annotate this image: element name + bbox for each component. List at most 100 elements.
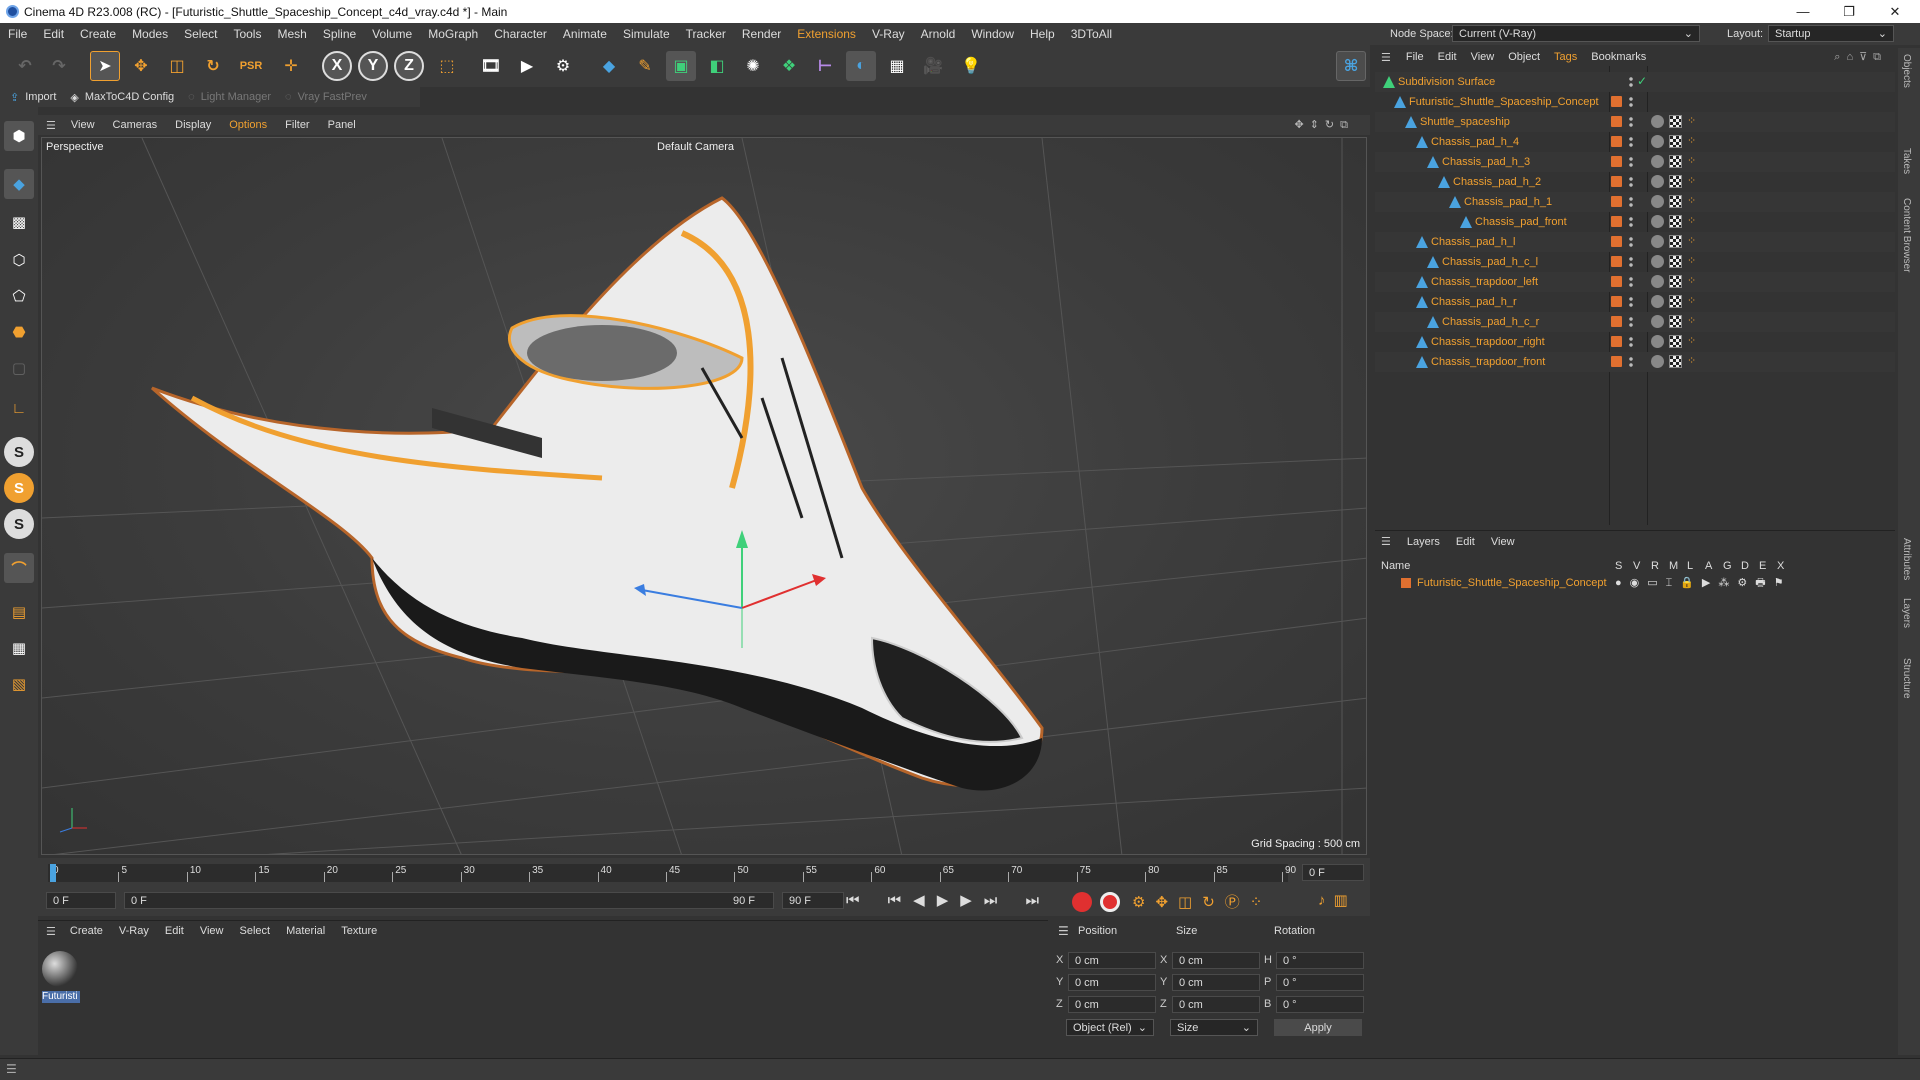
field-icon[interactable]: ◐ [846, 51, 876, 81]
visibility-toggle-icon[interactable] [1629, 196, 1633, 208]
material-menu-select[interactable]: Select [232, 925, 279, 937]
edges-mode-icon[interactable]: ⬠ [4, 281, 34, 311]
viewport-menu-view[interactable]: View [62, 119, 104, 131]
object-row[interactable]: Chassis_pad_front ⁘ [1375, 212, 1895, 232]
rotation-field[interactable]: 0 ° [1276, 974, 1364, 991]
render-view-icon[interactable]: ▶ [512, 51, 542, 81]
selection-tag-icon[interactable]: ⁘ [1687, 354, 1696, 367]
autokey-icon[interactable] [1100, 892, 1120, 912]
object-row[interactable]: Chassis_pad_h_c_l ⁘ [1375, 252, 1895, 272]
material-tag-icon[interactable] [1669, 155, 1682, 168]
side-tab-objects[interactable]: Objects [1901, 54, 1912, 88]
layer-menu-layers[interactable]: Layers [1399, 536, 1448, 548]
selection-tag-icon[interactable]: ⁘ [1687, 274, 1696, 287]
extrude-generator-icon[interactable]: ◧ [702, 51, 732, 81]
maxtoc4d-config-button[interactable]: MaxToC4D Config [85, 91, 174, 103]
object-row[interactable]: Chassis_pad_h_4 ⁘ [1375, 132, 1895, 152]
viewport-menu-options[interactable]: Options [220, 119, 276, 131]
object-row[interactable]: Chassis_pad_h_2 ⁘ [1375, 172, 1895, 192]
maximize-button[interactable]: ❐ [1826, 0, 1872, 23]
material-tag-icon[interactable] [1669, 295, 1682, 308]
menu-character[interactable]: Character [486, 27, 555, 41]
floor-grid-icon[interactable]: ▤ [4, 597, 34, 627]
light-manager-button[interactable]: Light Manager [201, 91, 271, 103]
layer-flag-r[interactable]: R [1651, 560, 1659, 572]
points-mode-icon[interactable]: ⬡ [4, 245, 34, 275]
selection-tag-icon[interactable]: ⁘ [1687, 234, 1696, 247]
layer-color-swatch[interactable] [1611, 336, 1622, 347]
menu-mesh[interactable]: Mesh [269, 27, 314, 41]
select-tool-icon[interactable]: ➤ [90, 51, 120, 81]
layer-name[interactable]: Futuristic_Shuttle_Spaceship_Concept [1417, 577, 1607, 589]
record-keyframe-icon[interactable] [1072, 892, 1092, 912]
visibility-toggle-icon[interactable] [1629, 176, 1633, 188]
hamburger-icon[interactable]: ☰ [1381, 51, 1391, 64]
selection-tag-icon[interactable]: ⁘ [1687, 174, 1696, 187]
visibility-toggle-icon[interactable] [1629, 96, 1633, 108]
material-thumbnail[interactable] [42, 951, 78, 987]
rotate-tool-icon[interactable]: ↻ [198, 51, 228, 81]
pen-spline-icon[interactable]: ✎ [630, 51, 660, 81]
vray-tag-icon[interactable] [1651, 295, 1664, 308]
material-tag-icon[interactable] [1669, 335, 1682, 348]
layer-color-swatch[interactable] [1611, 216, 1622, 227]
close-button[interactable]: ✕ [1872, 0, 1918, 23]
apply-button[interactable]: Apply [1274, 1019, 1362, 1036]
visibility-toggle-icon[interactable] [1629, 216, 1633, 228]
material-menu-create[interactable]: Create [62, 925, 111, 937]
object-row[interactable]: Chassis_pad_h_r ⁘ [1375, 292, 1895, 312]
end-frame-field[interactable]: 90 F [782, 892, 844, 909]
enabled-check-icon[interactable]: ✓ [1637, 74, 1647, 88]
side-tab-attributes[interactable]: Attributes [1901, 538, 1912, 580]
import-button[interactable]: Import [25, 91, 56, 103]
layer-flag-toggles[interactable]: ●◉▭⌶🔒▶⁂⚙🖶⚑ [1615, 574, 1792, 593]
visibility-toggle-icon[interactable] [1629, 336, 1633, 348]
layer-flag-d[interactable]: D [1741, 560, 1749, 572]
camera-object-icon[interactable]: 🎥 [918, 51, 948, 81]
menu-volume[interactable]: Volume [364, 27, 420, 41]
3d-viewport[interactable]: Perspective Default Camera Grid Spacing … [41, 137, 1367, 855]
layer-color-swatch[interactable] [1611, 236, 1622, 247]
snap-settings-icon[interactable]: S [4, 473, 34, 503]
material-menu-texture[interactable]: Texture [333, 925, 385, 937]
visibility-toggle-icon[interactable] [1629, 236, 1633, 248]
selection-tag-icon[interactable]: ⁘ [1687, 294, 1696, 307]
hamburger-icon[interactable]: ☰ [46, 925, 56, 938]
undo-icon[interactable]: ↶ [10, 51, 40, 81]
menu-spline[interactable]: Spline [315, 27, 364, 41]
y-axis-lock-button[interactable]: Y [358, 51, 388, 81]
subdivision-generator-icon[interactable]: ▣ [666, 51, 696, 81]
render-region-icon[interactable]: 🎞 [476, 51, 506, 81]
mograph-fracture-icon[interactable]: ❖ [774, 51, 804, 81]
position-field[interactable]: 0 cm [1068, 996, 1156, 1013]
axis-modification-icon[interactable]: ▧ [4, 669, 34, 699]
vray-fastprev-button[interactable]: Vray FastPrev [298, 91, 367, 103]
material-tag-icon[interactable] [1669, 135, 1682, 148]
selection-tag-icon[interactable]: ⁘ [1687, 134, 1696, 147]
menu-mograph[interactable]: MoGraph [420, 27, 486, 41]
layer-color-swatch[interactable] [1611, 96, 1622, 107]
material-tag-icon[interactable] [1669, 235, 1682, 248]
material-tag-icon[interactable] [1669, 115, 1682, 128]
model-mode-icon[interactable]: ◆ [4, 169, 34, 199]
layer-color-swatch[interactable] [1611, 116, 1622, 127]
preview-range-bar[interactable]: 0 F 90 F [124, 892, 774, 909]
layer-color-swatch[interactable] [1611, 276, 1622, 287]
layer-color-swatch[interactable] [1611, 136, 1622, 147]
visibility-toggle-icon[interactable] [1629, 276, 1633, 288]
selection-tag-icon[interactable]: ⁘ [1687, 114, 1696, 127]
layer-flag-e[interactable]: E [1759, 560, 1766, 572]
redo-icon[interactable]: ↷ [44, 51, 74, 81]
object-menu-file[interactable]: File [1399, 51, 1431, 63]
texture-mode-icon[interactable]: ▩ [4, 207, 34, 237]
layer-color-swatch[interactable] [1611, 196, 1622, 207]
menu-simulate[interactable]: Simulate [615, 27, 678, 41]
layer-row[interactable]: Futuristic_Shuttle_Spaceship_Concept ●◉▭… [1375, 574, 1895, 592]
cube-primitive-icon[interactable]: ◆ [594, 51, 624, 81]
polygons-mode-icon[interactable]: ⬣ [4, 317, 34, 347]
object-row[interactable]: Shuttle_spaceship ⁘ [1375, 112, 1895, 132]
lock-workplane-icon[interactable]: ▦ [4, 633, 34, 663]
playhead[interactable] [50, 864, 56, 882]
visibility-toggle-icon[interactable] [1629, 116, 1633, 128]
layer-flag-x[interactable]: X [1777, 560, 1784, 572]
